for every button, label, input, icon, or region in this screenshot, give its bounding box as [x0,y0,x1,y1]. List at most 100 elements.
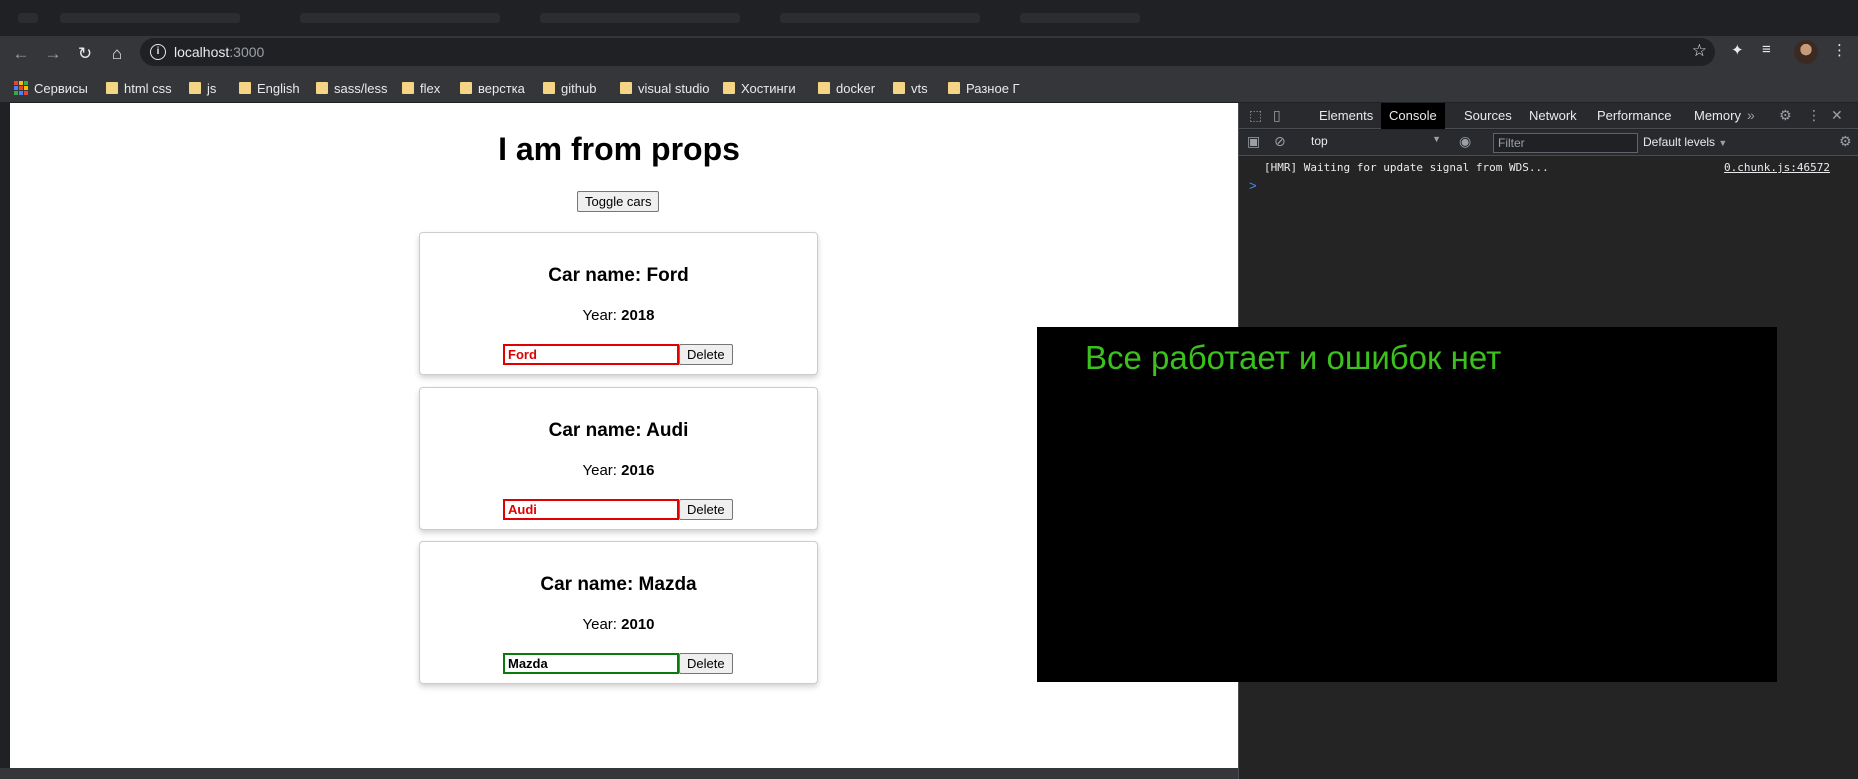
car-card: Car name: Audi Year: 2016 Delete [419,387,818,530]
context-value: top [1311,134,1328,148]
tab-console[interactable]: Console [1381,103,1445,129]
clear-console-icon[interactable]: ⊘ [1274,133,1286,150]
year-label: Year: [582,307,622,324]
bookmark-folder[interactable]: js [189,74,216,102]
log-levels-dropdown[interactable]: Default levels ▼ [1643,135,1727,149]
console-toolbar: ▣ ⊘ top ▼ ◉ Filter Default levels ▼ ⚙ [1239,130,1858,156]
console-prompt[interactable]: > [1249,178,1257,193]
car-card: Car name: Mazda Year: 2010 Delete [419,541,818,684]
bookmark-star-icon[interactable]: ☆ [1692,41,1707,61]
menu-kebab-icon[interactable]: ⋮ [1832,41,1847,59]
car-year: Year: 2018 [420,307,817,324]
eye-icon[interactable]: ◉ [1459,133,1471,150]
folder-icon [893,82,905,94]
filter-input[interactable]: Filter [1493,133,1638,153]
tab-ghost [18,13,38,23]
tab-network[interactable]: Network [1521,103,1585,129]
bookmark-folder[interactable]: vts [893,74,928,102]
bookmark-label: vts [911,80,928,96]
bookmark-label: html css [124,80,172,96]
car-name: Car name: Audi [548,420,689,441]
info-icon[interactable]: i [150,44,166,60]
bookmark-folder[interactable]: visual studio [620,74,710,102]
car-card: Car name: Ford Year: 2018 Delete [419,232,818,375]
page-title: I am from props [498,131,740,167]
car-name-input[interactable] [503,653,679,674]
context-selector[interactable]: top ▼ [1311,134,1441,148]
folder-icon [543,82,555,94]
bookmark-folder[interactable]: Хостинги [723,74,796,102]
folder-icon [316,82,328,94]
console-settings-icon[interactable]: ⚙ [1839,133,1852,150]
window-bottom-edge [0,768,1238,779]
folder-icon [239,82,251,94]
car-name-input[interactable] [503,499,679,520]
car-name-input[interactable] [503,344,679,365]
delete-button[interactable]: Delete [679,344,733,365]
close-icon[interactable]: ✕ [1831,107,1843,124]
bookmark-folder[interactable]: github [543,74,596,102]
year-label: Year: [582,616,622,633]
url-text: localhost:3000 [174,44,265,60]
bookmark-label: Разное Г [966,80,1020,96]
apps-icon [14,81,28,95]
delete-button[interactable]: Delete [679,499,733,520]
toggle-cars-button[interactable]: Toggle cars [577,191,660,212]
bookmark-label: sass/less [334,80,388,96]
dropdown-arrow-icon: ▼ [1432,134,1441,144]
reload-icon[interactable]: ↻ [73,42,97,66]
folder-icon [723,82,735,94]
bookmark-folder[interactable]: верстка [460,74,525,102]
device-toolbar-icon[interactable]: ▯ [1273,107,1281,124]
bookmark-folder[interactable]: docker [818,74,875,102]
bookmark-folder[interactable]: Разное Г [948,74,1020,102]
profile-avatar[interactable] [1794,40,1818,64]
source-link[interactable]: 0.chunk.js:46572 [1724,161,1830,174]
tab-ghost [300,13,500,23]
home-icon[interactable]: ⌂ [105,42,129,66]
tab-memory[interactable]: Memory [1686,103,1749,129]
tab-ghost [540,13,740,23]
car-year: Year: 2016 [420,462,817,479]
bookmark-folder[interactable]: flex [402,74,440,102]
address-bar[interactable]: i localhost:3000 ☆ [140,38,1715,66]
inspect-element-icon[interactable]: ⬚ [1249,107,1262,124]
settings-gear-icon[interactable]: ⚙ [1779,107,1792,124]
forward-arrow-icon[interactable]: → [41,42,65,66]
bookmark-label: Сервисы [34,80,88,96]
bookmark-folder[interactable]: sass/less [316,74,387,102]
tab-ghost [60,13,240,23]
delete-button[interactable]: Delete [679,653,733,674]
bookmark-label: English [257,80,300,96]
year-label: Year: [582,462,622,479]
car-name: Car name: Mazda [540,574,697,595]
console-message: [HMR] Waiting for update signal from WDS… [1264,161,1549,174]
sidebar-toggle-icon[interactable]: ▣ [1247,133,1260,150]
tab-elements[interactable]: Elements [1311,103,1381,129]
bookmark-folder[interactable]: English [239,74,300,102]
bookmark-label: Хостинги [741,80,796,96]
back-arrow-icon[interactable]: ← [9,42,33,66]
kebab-menu-icon[interactable]: ⋮ [1807,107,1821,124]
bookmarks-bar: Сервисы html css js English sass/less fl… [0,74,1858,102]
extensions-icon[interactable]: ✦ [1731,41,1744,59]
folder-icon [620,82,632,94]
bookmark-services[interactable]: Сервисы [14,74,88,102]
folder-icon [818,82,830,94]
tab-performance[interactable]: Performance [1589,103,1679,129]
tab-ghost [1020,13,1140,23]
car-name: Car name: Ford [548,265,689,286]
tab-sources[interactable]: Sources [1456,103,1520,129]
bookmark-label: js [207,80,217,96]
dropdown-arrow-icon: ▼ [1718,138,1728,148]
bookmark-folder[interactable]: html css [106,74,172,102]
bookmark-label: верстка [478,80,525,96]
more-tabs-icon[interactable]: » [1747,107,1755,123]
folder-icon [948,82,960,94]
year-value: 2010 [621,616,655,633]
folder-icon [402,82,414,94]
media-control-icon[interactable]: ≡ [1762,41,1771,58]
bookmark-label: docker [836,80,876,96]
caption-overlay: Все работает и ошибок нет [1037,327,1777,682]
tab-strip [0,0,1858,36]
